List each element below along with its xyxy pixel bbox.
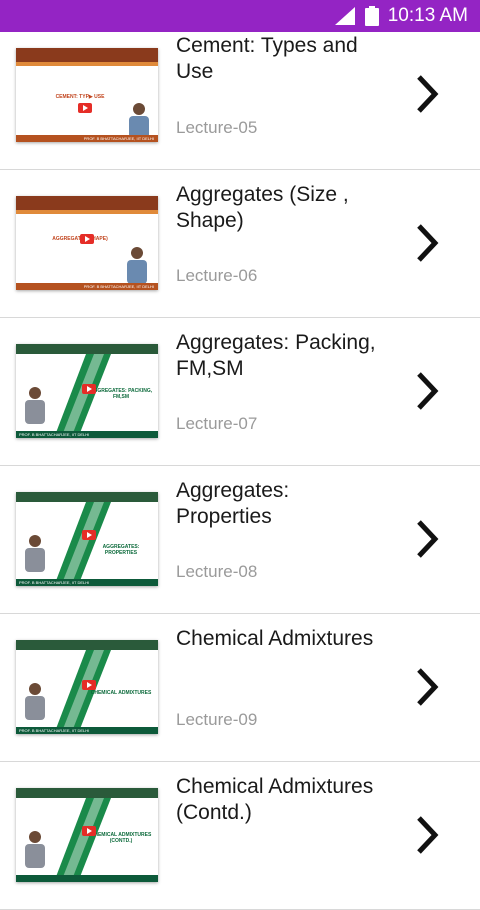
lecture-title: Cement: Types and Use — [176, 34, 358, 83]
lecture-number: Lecture-06 — [176, 266, 258, 285]
play-icon — [82, 384, 96, 394]
lecture-number: Lecture-08 — [176, 562, 258, 581]
thumbnail-label: AGGREGATES: PROPERTIES — [102, 544, 140, 556]
play-icon — [82, 530, 96, 540]
signal-icon — [335, 7, 355, 25]
thumbnail-label: CHEMICAL ADMIXTURES (CONTD.) — [90, 832, 152, 844]
chevron-right-icon[interactable] — [414, 667, 440, 707]
lecture-number: Lecture-07 — [176, 414, 258, 433]
list-item[interactable]: CEMENT: TYP▶ USE PROF. B BHATTACHARJEE, … — [0, 32, 480, 170]
thumbnail-footer: PROF. B BHATTACHARJEE, IIT DELHI — [83, 284, 154, 289]
chevron-right-icon[interactable] — [414, 371, 440, 411]
video-thumbnail[interactable]: CEMENT: TYP▶ USE PROF. B BHATTACHARJEE, … — [16, 48, 158, 142]
chevron-right-icon[interactable] — [414, 519, 440, 559]
lecture-title: Chemical Admixtures (Contd.) — [176, 775, 374, 824]
thumbnail-label: AGGREGATES: PACKING, FM,SM — [89, 388, 153, 400]
lecture-title: Chemical Admixtures — [176, 627, 374, 650]
lecture-title: Aggregates: Properties — [176, 479, 290, 528]
list-item[interactable]: CHEMICAL ADMIXTURES PROF. B BHATTACHARJE… — [0, 614, 480, 762]
video-thumbnail[interactable]: CHEMICAL ADMIXTURES (CONTD.) — [16, 788, 158, 882]
lecture-title: Aggregates: Packing, FM,SM — [176, 331, 376, 380]
lecture-number: Lecture-05 — [176, 118, 258, 137]
presenter-image — [25, 535, 45, 572]
thumbnail-footer: PROF. B BHATTACHARJEE, IIT DELHI — [19, 432, 90, 437]
video-thumbnail[interactable]: AGGREGATES: PROPERTIES PROF. B BHATTACHA… — [16, 492, 158, 586]
list-item[interactable]: CHEMICAL ADMIXTURES (CONTD.) Chemical Ad… — [0, 762, 480, 910]
list-item[interactable]: AGGREGATES: PACKING, FM,SM PROF. B BHATT… — [0, 318, 480, 466]
thumbnail-label: CHEMICAL ADMIXTURES — [90, 690, 152, 696]
battery-icon — [365, 6, 379, 26]
lecture-list[interactable]: CEMENT: TYP▶ USE PROF. B BHATTACHARJEE, … — [0, 32, 480, 910]
status-bar: 10:13 AM — [0, 0, 480, 32]
thumbnail-footer: PROF. B BHATTACHARJEE, IIT DELHI — [19, 728, 90, 733]
presenter-image — [25, 683, 45, 720]
presenter-image — [127, 247, 147, 284]
presenter-image — [25, 387, 45, 424]
thumbnail-footer: PROF. B BHATTACHARJEE, IIT DELHI — [19, 580, 90, 585]
presenter-image — [25, 831, 45, 868]
play-icon — [82, 680, 96, 690]
play-icon — [82, 826, 96, 836]
thumbnail-footer: PROF. B BHATTACHARJEE, IIT DELHI — [83, 136, 154, 141]
list-item[interactable]: AGGREGATES: PROPERTIES PROF. B BHATTACHA… — [0, 466, 480, 614]
chevron-right-icon[interactable] — [414, 74, 440, 114]
chevron-right-icon[interactable] — [414, 223, 440, 263]
video-thumbnail[interactable]: CHEMICAL ADMIXTURES PROF. B BHATTACHARJE… — [16, 640, 158, 734]
play-icon — [78, 103, 92, 113]
lecture-title: Aggregates (Size , Shape) — [176, 183, 349, 232]
list-item[interactable]: AGGREGATES SHAPE) PROF. B BHATTACHARJEE,… — [0, 170, 480, 318]
clock: 10:13 AM — [387, 5, 468, 26]
chevron-right-icon[interactable] — [414, 815, 440, 855]
lecture-number: Lecture-09 — [176, 710, 258, 729]
video-thumbnail[interactable]: AGGREGATES: PACKING, FM,SM PROF. B BHATT… — [16, 344, 158, 438]
video-thumbnail[interactable]: AGGREGATES SHAPE) PROF. B BHATTACHARJEE,… — [16, 196, 158, 290]
presenter-image — [129, 103, 149, 140]
play-icon — [80, 234, 94, 244]
thumbnail-label: CEMENT: TYP▶ USE — [55, 94, 105, 100]
